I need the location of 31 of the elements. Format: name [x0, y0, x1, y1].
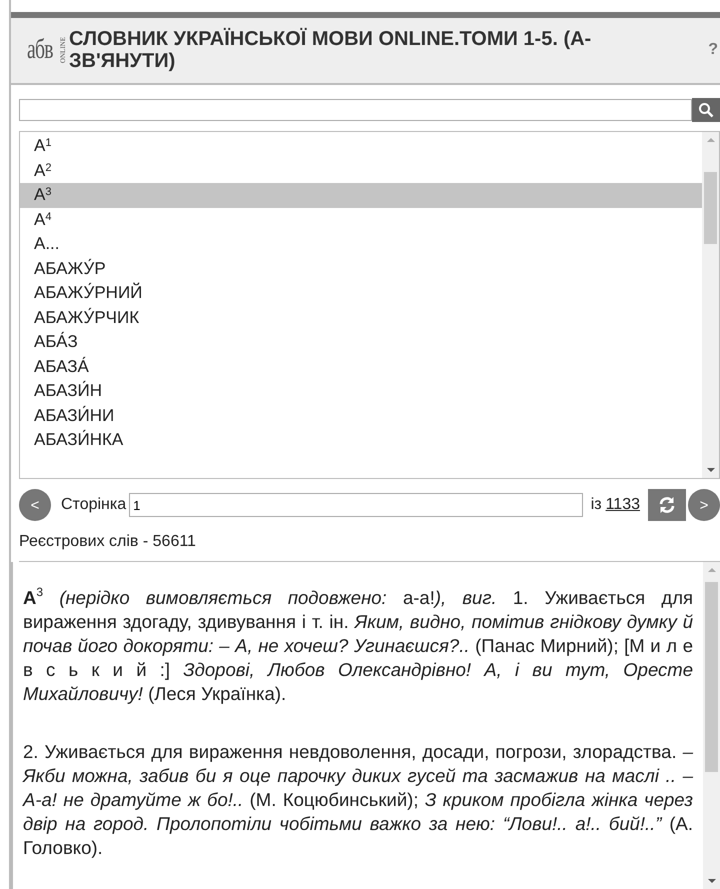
word-item[interactable]: АБАЖУ́РЧИК — [20, 306, 702, 330]
scrollbar[interactable] — [703, 562, 720, 889]
word-item[interactable]: АБАЗИ́Н — [20, 379, 702, 404]
page-field[interactable]: 1 — [129, 493, 583, 517]
page-label: Сторінка — [61, 496, 126, 514]
word-count: Реєстрових слів - 56611 — [19, 533, 720, 562]
previous-page-button[interactable]: < — [19, 489, 51, 521]
refresh-button[interactable] — [648, 489, 686, 521]
definition-paragraph: 2. Уживається для вираження невдоволення, досади, погрози, злорадства. – Якби можна, забив би я оце парочку диких гусей та засмажив на маслі .. – А-а! не дратуйте ж бо!.. (М. Коцюбинський); З криком пробігла жінка через двір на город. Пролопотіли чобітьми важко за нею: “Лови!.. а!.. бий!..” (А. Головко). — [23, 740, 693, 860]
word-item[interactable]: АБАЗА́ — [20, 354, 702, 379]
dictionary-title: СЛОВНИК УКРАЇНСЬКОЇ МОВИ ONLINE.ТОМИ 1-5. (А-ЗВ'ЯНУТИ) — [69, 28, 592, 72]
search-icon — [698, 102, 714, 118]
word-item[interactable]: АБАЗИ́НИ — [20, 404, 702, 428]
search-field[interactable] — [19, 99, 692, 121]
of-label: із — [590, 496, 602, 514]
word-item[interactable]: А$^{2}$ — [20, 158, 702, 183]
search-button[interactable] — [692, 98, 720, 122]
word-item[interactable]: А$^{1}$ — [20, 134, 702, 158]
word-item[interactable]: АБА́З — [20, 330, 702, 354]
word-item[interactable]: АБАЗИ́НКА — [20, 428, 702, 452]
total-pages-link[interactable]: 1133 — [606, 496, 640, 514]
word-item[interactable]: А$^{3}$ — [20, 183, 702, 208]
scrollbar[interactable] — [702, 132, 719, 478]
word-item[interactable]: АБАЖУ́Р — [20, 256, 702, 281]
word-item[interactable]: А... — [20, 232, 702, 256]
next-page-button[interactable]: > — [688, 489, 720, 521]
refresh-icon — [657, 495, 677, 515]
word-item[interactable]: АБАЖУ́РНИЙ — [20, 281, 702, 306]
definition-paragraph: А$^{3}$ (нерідко вимовляється подовжено: а-а!), виг. 1. Уживається для вираження здогаду, здивування і т. ін. Яким, видно, помітив гнідкову думку й почав його докоряти: – А, не хочеш? Угинаєшся?.. (Панас Мирний); [М и л е в с ь к и й :] Здорові, Любов Олександрівно! А, і ви тут, Оресте Михайловичу! (Леся Українка). — [23, 586, 693, 706]
help-link[interactable]: ? — [708, 41, 720, 59]
word-item[interactable]: А$^{4}$ — [20, 208, 702, 232]
